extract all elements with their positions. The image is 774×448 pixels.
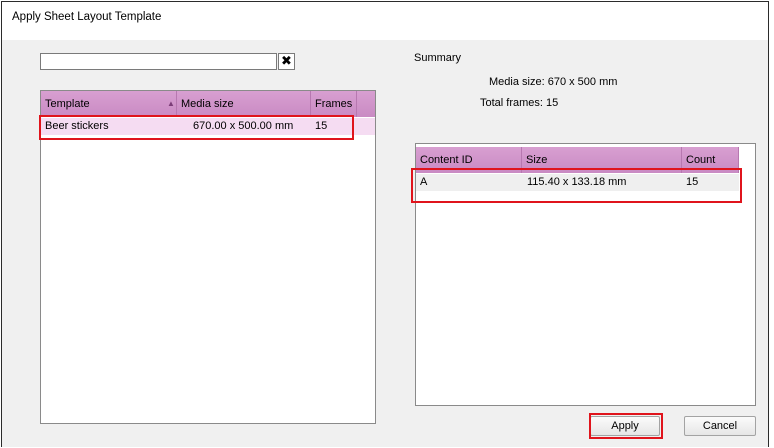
cell-content-id: A xyxy=(420,176,428,188)
clear-search-button[interactable]: ✖ xyxy=(278,53,295,70)
sort-ascending-icon: ▲ xyxy=(167,99,175,108)
column-label-media-size: Media size xyxy=(181,98,234,110)
total-frames-summary: Total frames: 15 xyxy=(480,97,558,109)
column-label-frames: Frames xyxy=(315,98,353,110)
column-header-count[interactable]: Count xyxy=(682,147,739,173)
close-icon: ✖ xyxy=(281,53,292,68)
column-header-template[interactable]: Template ▲ xyxy=(41,91,177,117)
column-label-template: Template xyxy=(45,98,90,110)
cell-frames: 15 xyxy=(315,120,328,132)
title-bar[interactable]: Apply Sheet Layout Template xyxy=(2,2,768,40)
cancel-button[interactable]: Cancel xyxy=(684,416,756,436)
column-label-content-id: Content ID xyxy=(420,154,473,166)
column-header-media-size[interactable]: Media size xyxy=(177,91,311,117)
cell-template: Beer stickers xyxy=(45,120,109,132)
templates-table: Template ▲ Media size Frames Beer sticke… xyxy=(40,90,376,424)
media-size-label: Media size: xyxy=(489,76,545,88)
table-row[interactable]: A 115.40 x 133.18 mm 15 xyxy=(416,174,739,191)
total-frames-label: Total frames: xyxy=(480,97,543,109)
templates-table-header: Template ▲ Media size Frames xyxy=(41,91,375,117)
search-input[interactable] xyxy=(40,53,277,70)
column-header-content-id[interactable]: Content ID xyxy=(416,147,522,173)
content-table: Content ID Size Count A 115.40 x 133.18 … xyxy=(415,143,756,406)
summary-title: Summary xyxy=(414,52,462,64)
media-size-value: 670 x 500 mm xyxy=(547,76,618,88)
media-size-summary: Media size: 670 x 500 mm xyxy=(489,76,617,88)
cell-media-size: 670.00 x 500.00 mm xyxy=(193,120,294,132)
total-frames-value: 15 xyxy=(546,97,559,109)
column-header-frames[interactable]: Frames xyxy=(311,91,357,117)
cell-size: 115.40 x 133.18 mm xyxy=(527,176,627,188)
table-row[interactable]: Beer stickers 670.00 x 500.00 mm 15 xyxy=(41,118,375,135)
dialog-title: Apply Sheet Layout Template xyxy=(12,11,162,23)
column-header-size[interactable]: Size xyxy=(522,147,682,173)
content-table-header: Content ID Size Count xyxy=(416,147,739,173)
apply-button[interactable]: Apply xyxy=(590,416,660,436)
column-label-size: Size xyxy=(526,154,548,166)
column-label-count: Count xyxy=(686,154,716,166)
cell-count: 15 xyxy=(686,176,699,188)
